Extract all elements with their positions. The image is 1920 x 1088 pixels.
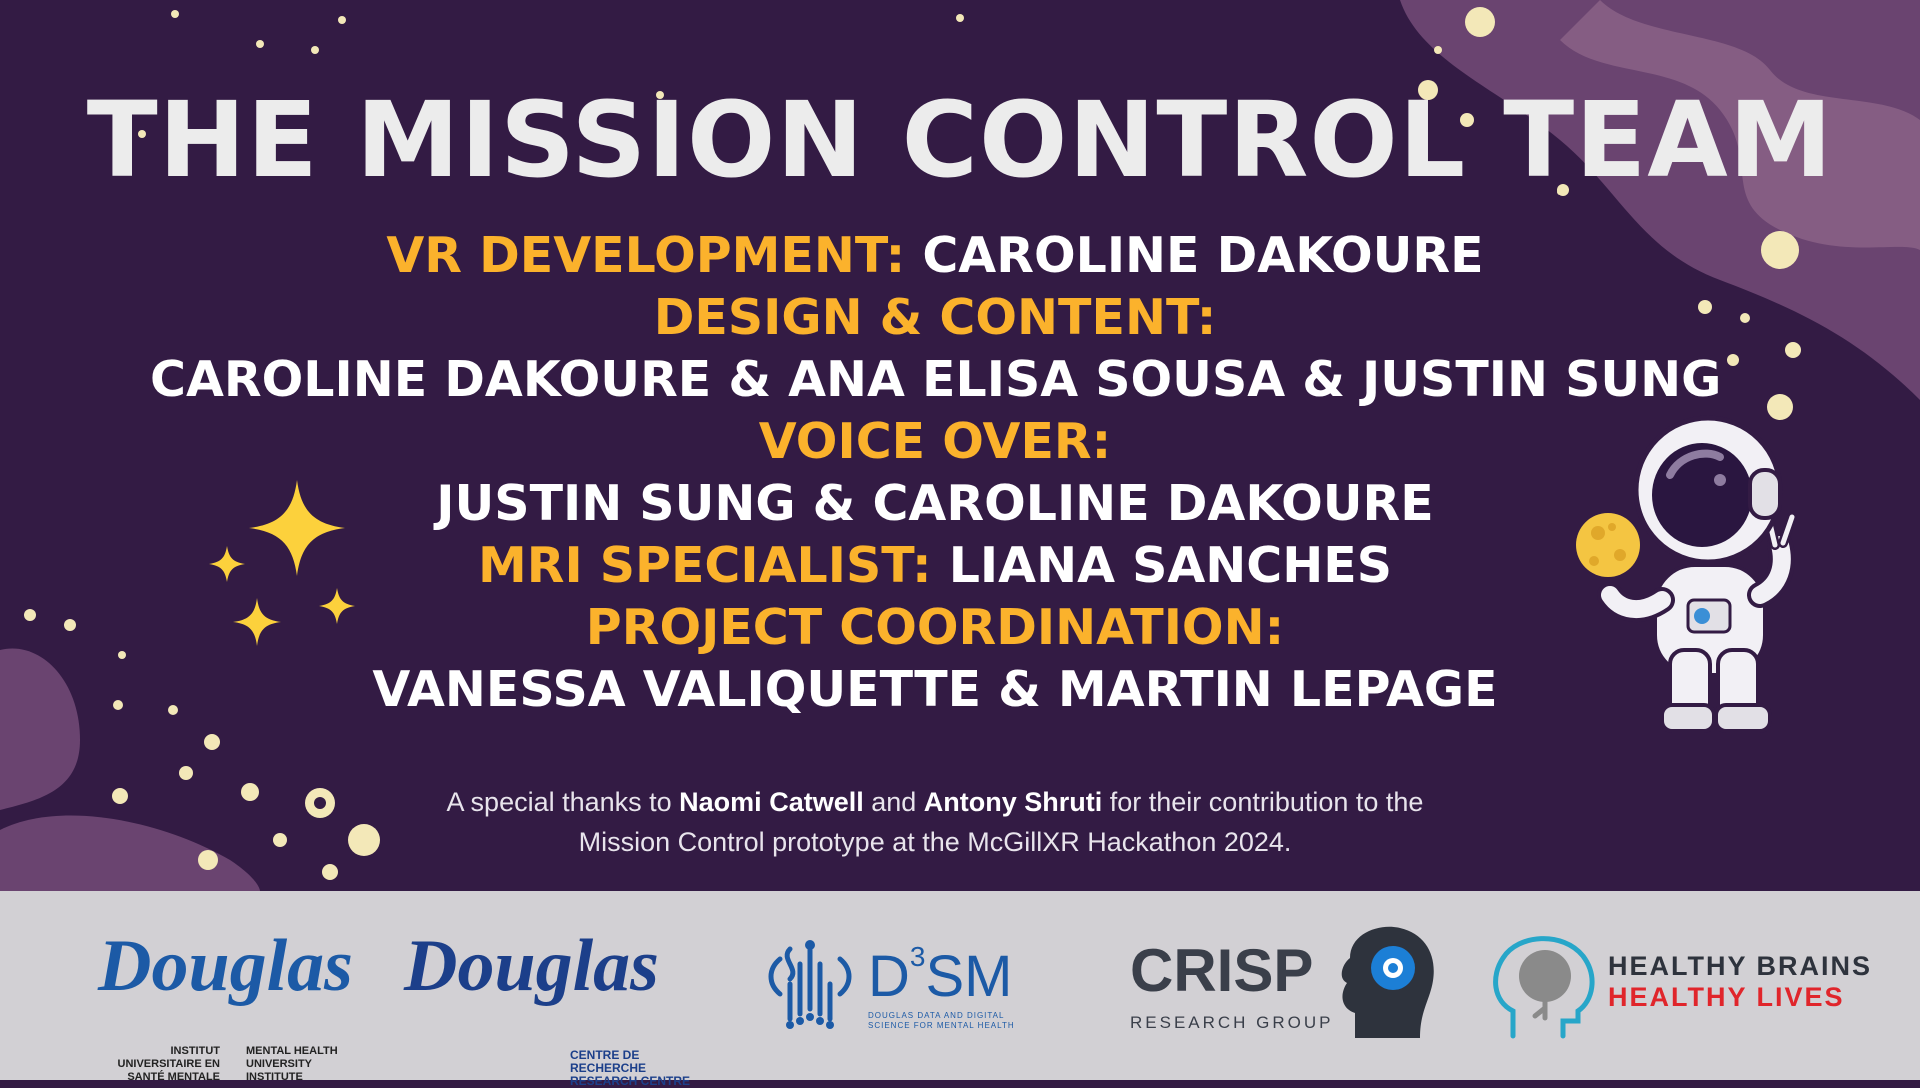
- role-label: VR DEVELOPMENT:: [386, 227, 906, 284]
- douglas-en-text: MENTAL HEALTH UNIVERSITY INSTITUTE: [246, 1045, 338, 1083]
- thanks-text: and: [863, 787, 924, 817]
- douglas-wordmark: Douglas: [404, 925, 659, 1007]
- douglas-research-logo: Douglas CENTRE DE RECHERCHE RESEARCH CEN…: [404, 925, 704, 1088]
- credit-voice-names: JUSTIN SUNG & CAROLINE DAKOURE: [150, 473, 1720, 535]
- role-label: DESIGN & CONTENT:: [653, 289, 1217, 346]
- credit-mri: MRI SPECIALIST: LIANA SANCHES: [150, 535, 1720, 597]
- d3sm-subtitle: DOUGLAS DATA AND DIGITAL SCIENCE FOR MEN…: [868, 1011, 1015, 1030]
- crisp-name: CRISP: [1130, 937, 1314, 1004]
- hbhl-line-2: HEALTHY LIVES: [1608, 982, 1845, 1012]
- special-thanks: A special thanks to Naomi Catwell and An…: [360, 782, 1510, 862]
- names-label: CAROLINE DAKOURE & ANA ELISA SOUSA & JUS…: [150, 351, 1722, 408]
- credit-vr: VR DEVELOPMENT: CAROLINE DAKOURE: [150, 225, 1720, 287]
- page-title: THE MISSION CONTROL TEAM: [86, 79, 1834, 201]
- thanks-text: for their contribution to the: [1102, 787, 1424, 817]
- footer-logos: Douglas INSTITUT UNIVERSITAIRE EN SANTÉ …: [0, 891, 1920, 1088]
- thanks-text: A special thanks to: [446, 787, 680, 817]
- role-label: PROJECT COORDINATION:: [585, 599, 1285, 656]
- credit-coord-role: PROJECT COORDINATION:: [150, 597, 1720, 659]
- douglas-wordmark: Douglas: [98, 925, 353, 1007]
- douglas-institute-logo: Douglas INSTITUT UNIVERSITAIRE EN SANTÉ …: [98, 929, 353, 1083]
- credit-design-role: DESIGN & CONTENT:: [150, 287, 1720, 349]
- d3sm-logo: D3SM DOUGLAS DATA AND DIGITAL SCIENCE FO…: [760, 939, 1040, 1039]
- thanks-name-2: Antony Shruti: [923, 787, 1103, 817]
- brain-head-icon: [1341, 926, 1434, 1038]
- thanks-name-1: Naomi Catwell: [679, 787, 864, 817]
- credit-coord-names: VANESSA VALIQUETTE & MARTIN LEPAGE: [150, 659, 1720, 721]
- crisp-subtitle: RESEARCH GROUP: [1130, 1013, 1334, 1032]
- names-label: CAROLINE DAKOURE: [922, 227, 1484, 284]
- brain-tree-icon: [1493, 936, 1595, 1039]
- credits-list: VR DEVELOPMENT: CAROLINE DAKOURE DESIGN …: [150, 225, 1722, 721]
- credit-design-names: CAROLINE DAKOURE & ANA ELISA SOUSA & JUS…: [150, 349, 1722, 411]
- names-label: VANESSA VALIQUETTE & MARTIN LEPAGE: [372, 661, 1498, 718]
- thanks-line-2: Mission Control prototype at the McGillX…: [578, 827, 1292, 857]
- names-label: JUSTIN SUNG & CAROLINE DAKOURE: [436, 475, 1434, 532]
- douglas-fr-text: INSTITUT UNIVERSITAIRE EN SANTÉ MENTALE: [117, 1045, 220, 1083]
- credit-voice-role: VOICE OVER:: [150, 411, 1720, 473]
- hbhl-logo: HEALTHY BRAINS HEALTHY LIVES: [1483, 926, 1903, 1056]
- role-label: VOICE OVER:: [758, 413, 1112, 470]
- hbhl-line-1: HEALTHY BRAINS: [1608, 951, 1873, 981]
- d3sm-name: D3SM: [868, 941, 1013, 1009]
- thanks-line-1: A special thanks to Naomi Catwell and An…: [360, 782, 1510, 822]
- circuit-icon: [768, 940, 852, 1029]
- role-label: MRI SPECIALIST:: [477, 537, 932, 594]
- names-label: LIANA SANCHES: [948, 537, 1393, 594]
- crisp-logo: CRISP RESEARCH GROUP: [1130, 921, 1450, 1061]
- douglas-research-text: CENTRE DE RECHERCHE RESEARCH CENTRE: [570, 1048, 691, 1088]
